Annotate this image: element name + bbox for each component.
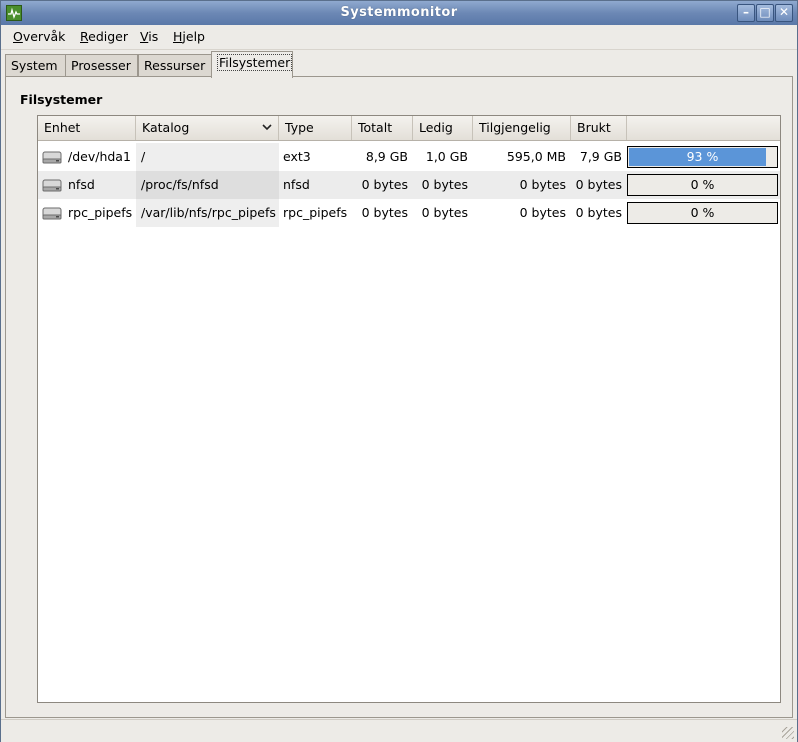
tab-system[interactable]: System <box>5 54 67 76</box>
window-title: Systemmonitor <box>340 5 458 20</box>
table-row[interactable]: /dev/hda1 / ext3 8,9 GB 1,0 GB 595,0 MB … <box>38 143 780 171</box>
harddisk-icon <box>42 207 62 220</box>
cell-tilgjengelig: 0 bytes <box>519 205 566 220</box>
menu-rediger-mnemonic: R <box>80 29 89 44</box>
harddisk-icon <box>42 179 62 192</box>
tab-filsystemer-label: Filsystemer <box>217 54 293 71</box>
menu-hjelp-mnemonic: H <box>173 29 183 44</box>
cell-enhet: /dev/hda1 <box>68 149 131 164</box>
table-row[interactable]: rpc_pipefs /var/lib/nfs/rpc_pipefs rpc_p… <box>38 199 780 227</box>
column-header-brukt[interactable]: Brukt <box>571 116 627 140</box>
cell-ledig: 1,0 GB <box>425 149 468 164</box>
column-header-type[interactable]: Type <box>279 116 352 140</box>
column-header-totalt[interactable]: Totalt <box>352 116 413 140</box>
minimize-button[interactable]: – <box>737 4 755 22</box>
main-window: Systemmonitor – □ ✕ Overvåk Rediger Vis … <box>0 0 798 742</box>
statusbar <box>1 719 797 742</box>
usage-percent-label: 93 % <box>686 149 719 164</box>
resize-grip-icon[interactable] <box>782 727 794 739</box>
cell-katalog: / <box>136 143 279 171</box>
maximize-icon: □ <box>759 5 771 19</box>
cell-brukt: 0 bytes <box>575 177 622 192</box>
cell-tilgjengelig: 595,0 MB <box>506 149 566 164</box>
chevron-down-icon <box>262 124 272 131</box>
usage-percent-label: 0 % <box>690 177 715 192</box>
cell-totalt: 0 bytes <box>361 205 408 220</box>
column-header-usage[interactable] <box>627 116 780 140</box>
menu-rediger[interactable]: Rediger <box>80 29 128 44</box>
close-button[interactable]: ✕ <box>775 4 793 22</box>
cell-tilgjengelig: 0 bytes <box>519 177 566 192</box>
column-header-ledig[interactable]: Ledig <box>413 116 473 140</box>
menu-vis[interactable]: Vis <box>140 29 158 44</box>
cell-type: rpc_pipefs <box>283 205 348 220</box>
table-row[interactable]: nfsd /proc/fs/nfsd nfsd 0 bytes 0 bytes … <box>38 171 780 199</box>
cell-totalt: 8,9 GB <box>365 149 408 164</box>
menu-hjelp-label: jelp <box>182 29 205 44</box>
cell-ledig: 0 bytes <box>421 205 468 220</box>
tab-ressurser[interactable]: Ressurser <box>138 54 212 76</box>
cell-katalog: /var/lib/nfs/rpc_pipefs <box>136 199 279 227</box>
tab-prosesser[interactable]: Prosesser <box>65 54 138 76</box>
cell-katalog: /proc/fs/nfsd <box>136 171 279 199</box>
usage-progress-bar: 93 % <box>627 146 778 168</box>
cell-type: nfsd <box>283 177 310 192</box>
cell-enhet: nfsd <box>68 177 95 192</box>
menu-overvak[interactable]: Overvåk <box>13 29 65 44</box>
menu-overvak-label: vervåk <box>22 29 66 44</box>
filesystem-table[interactable]: Enhet Katalog Type Totalt Ledig Tilgjeng… <box>37 115 781 703</box>
menu-vis-label: is <box>148 29 159 44</box>
maximize-button[interactable]: □ <box>756 4 774 22</box>
titlebar[interactable]: Systemmonitor – □ ✕ <box>1 1 797 25</box>
menu-rediger-label: ediger <box>88 29 128 44</box>
column-header-katalog-label: Katalog <box>142 120 190 135</box>
tab-filsystemer[interactable]: Filsystemer <box>211 51 293 78</box>
usage-progress-bar: 0 % <box>627 174 778 196</box>
section-title: Filsystemer <box>20 92 103 107</box>
cell-brukt: 0 bytes <box>575 205 622 220</box>
menubar: Overvåk Rediger Vis Hjelp <box>1 25 797 50</box>
column-header-katalog[interactable]: Katalog <box>136 116 279 140</box>
close-icon: ✕ <box>778 5 790 19</box>
column-header-tilgjengelig[interactable]: Tilgjengelig <box>473 116 571 140</box>
minimize-icon: – <box>743 5 749 19</box>
cell-type: ext3 <box>283 149 311 164</box>
filsystemer-panel: Filsystemer Enhet Katalog Type Totalt Le… <box>5 76 793 718</box>
cell-brukt: 7,9 GB <box>579 149 622 164</box>
column-header-enhet[interactable]: Enhet <box>38 116 136 140</box>
menu-overvak-mnemonic: O <box>13 29 23 44</box>
usage-progress-bar: 0 % <box>627 202 778 224</box>
cell-ledig: 0 bytes <box>421 177 468 192</box>
table-header: Enhet Katalog Type Totalt Ledig Tilgjeng… <box>38 116 780 141</box>
cell-enhet: rpc_pipefs <box>68 205 133 220</box>
menu-hjelp[interactable]: Hjelp <box>173 29 205 44</box>
cell-totalt: 0 bytes <box>361 177 408 192</box>
usage-percent-label: 0 % <box>690 205 715 220</box>
harddisk-icon <box>42 151 62 164</box>
